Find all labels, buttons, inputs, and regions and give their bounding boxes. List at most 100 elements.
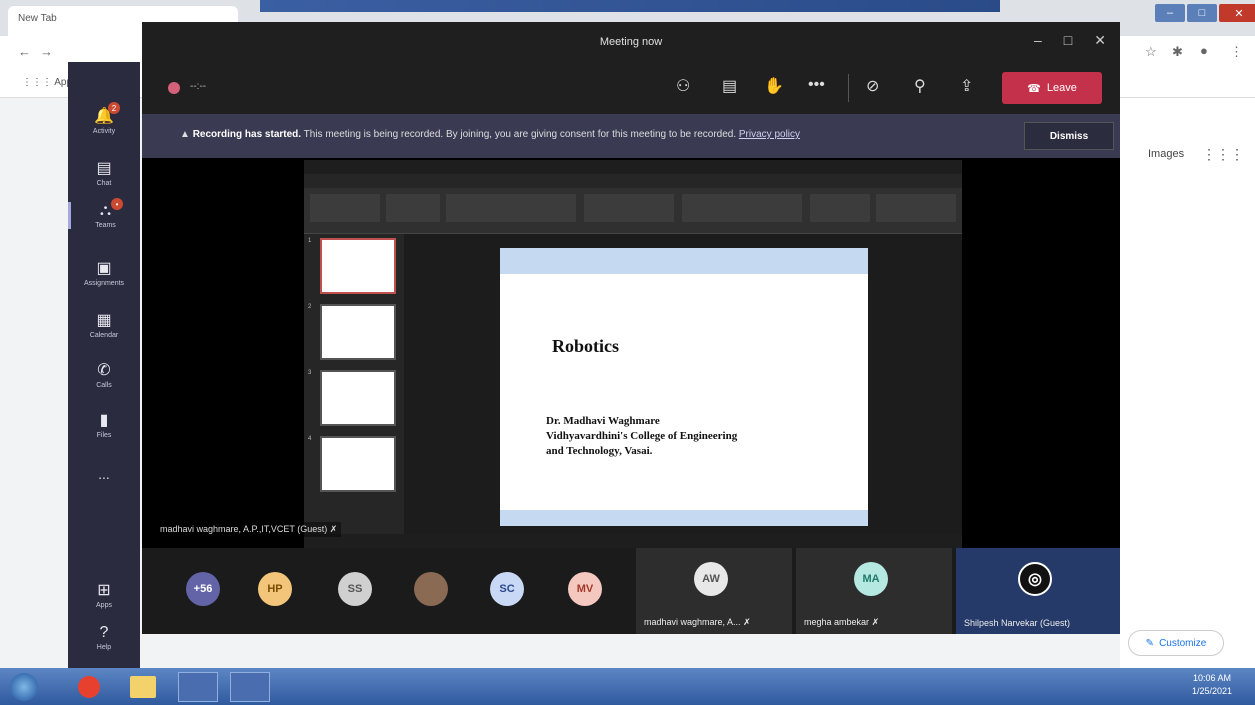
- meeting-timer: --:--: [190, 81, 207, 92]
- slide-thumbnail[interactable]: [320, 370, 396, 426]
- chat-icon: ▤: [96, 160, 112, 177]
- slide-author-block: Dr. Madhavi Waghmare Vidhyavardhini's Co…: [546, 414, 737, 459]
- clock-date: 1/25/2021: [1192, 686, 1233, 696]
- rail-calendar[interactable]: ▦ Calendar: [68, 310, 140, 339]
- slide-thumbnail[interactable]: [320, 238, 396, 294]
- taskbar: 10:06 AM 1/25/2021: [0, 668, 1255, 705]
- participant-avatar[interactable]: SS: [338, 572, 372, 606]
- ppt-ribbon: [304, 188, 962, 234]
- rail-teams[interactable]: ⛬ • Teams: [68, 198, 140, 229]
- minimize-icon[interactable]: –: [1034, 32, 1042, 49]
- mic-off-icon[interactable]: ⚲: [914, 76, 926, 96]
- star-icon[interactable]: ☆: [1145, 44, 1157, 60]
- rail-assignments-label: Assignments: [83, 280, 125, 287]
- teams-app-bar: 🔔 2 Activity ▤ Chat ⛬ • Teams ▣ Assignme…: [68, 62, 140, 668]
- rail-calendar-label: Calendar: [89, 332, 119, 339]
- recording-banner: ▲ Recording has started. This meeting is…: [142, 114, 1120, 158]
- opera-icon[interactable]: [78, 676, 100, 698]
- participant-tile[interactable]: MA megha ambekar ✗: [796, 548, 952, 634]
- participant-name: madhavi waghmare, A... ✗: [644, 617, 751, 627]
- mic-off-icon: ✗: [743, 617, 751, 627]
- rail-files[interactable]: ▮ Files: [68, 410, 140, 439]
- maximize-icon[interactable]: □: [1064, 32, 1072, 49]
- pencil-icon: ✎: [1145, 637, 1155, 649]
- customize-button[interactable]: ✎ Customize: [1128, 630, 1224, 656]
- rail-calls[interactable]: ✆ Calls: [68, 360, 140, 389]
- rail-help-label: Help: [96, 644, 112, 651]
- mic-off-icon: ✗: [871, 617, 880, 627]
- window-controls: – □ ✕: [1155, 4, 1255, 22]
- slide-thumbnail[interactable]: [320, 304, 396, 360]
- close-icon[interactable]: ✕: [1094, 32, 1106, 49]
- forward-icon[interactable]: →: [40, 44, 53, 59]
- rail-help[interactable]: ? Help: [68, 624, 140, 651]
- ppt-titlebar: [304, 160, 962, 174]
- profile-icon[interactable]: ●: [1200, 43, 1208, 58]
- warning-icon: ▲: [180, 129, 190, 140]
- rail-chat[interactable]: ▤ Chat: [68, 158, 140, 187]
- clock-time: 10:06 AM: [1193, 673, 1232, 683]
- chrome-taskbar-icon[interactable]: [230, 672, 270, 702]
- participant-tile[interactable]: ◎ Shilpesh Narvekar (Guest): [956, 548, 1120, 634]
- meeting-titlebar: Meeting now – □ ✕: [142, 22, 1120, 64]
- slide-location: and Technology, Vasai.: [546, 445, 653, 457]
- privacy-policy-link[interactable]: Privacy policy: [739, 129, 800, 140]
- mic-off-icon: ✗: [329, 524, 338, 534]
- leave-button[interactable]: ☎ Leave: [1002, 72, 1102, 104]
- start-button[interactable]: [10, 673, 38, 701]
- presenter-name: madhavi waghmare, A.P.,IT,VCET (Guest): [160, 524, 328, 534]
- clock[interactable]: 10:06 AM 1/25/2021: [1192, 672, 1232, 698]
- participant-name: Shilpesh Narvekar (Guest): [964, 618, 1071, 628]
- participant-tile[interactable]: AW madhavi waghmare, A... ✗: [636, 548, 792, 634]
- rail-assignments[interactable]: ▣ Assignments: [68, 258, 140, 287]
- chat-icon[interactable]: ▤: [722, 76, 737, 96]
- more-actions-icon[interactable]: •••: [808, 76, 825, 94]
- raise-hand-icon[interactable]: ✋: [764, 76, 784, 96]
- meeting-toolbar: --:-- ⚇ ▤ ✋ ••• ⊘ ⚲ ⇪ ☎ Leave: [142, 64, 1120, 114]
- participant-avatar[interactable]: SC: [490, 572, 524, 606]
- rail-apps[interactable]: ⊞ Apps: [68, 580, 140, 609]
- google-apps-icon[interactable]: ⋮⋮⋮: [1202, 146, 1244, 163]
- minimize-icon[interactable]: –: [1155, 4, 1185, 22]
- desktop-background-strip: [260, 0, 1000, 12]
- participants-icon[interactable]: ⚇: [676, 76, 690, 96]
- recording-message-bold: Recording has started.: [192, 129, 302, 140]
- rail-files-label: Files: [96, 432, 112, 439]
- customize-label: Customize: [1159, 637, 1207, 649]
- slide-footer-band: [500, 510, 868, 526]
- file-explorer-icon[interactable]: [130, 676, 156, 698]
- overflow-participants-avatar[interactable]: +56: [186, 572, 220, 606]
- share-screen-icon[interactable]: ⇪: [960, 76, 973, 96]
- teams-taskbar-icon[interactable]: [178, 672, 218, 702]
- presenter-label: madhavi waghmare, A.P.,IT,VCET (Guest) ✗: [156, 522, 342, 537]
- meeting-title: Meeting now: [599, 36, 663, 48]
- teams-badge: •: [111, 198, 123, 210]
- slide-thumbnail[interactable]: [320, 436, 396, 492]
- camera-off-icon[interactable]: ⊘: [866, 76, 879, 96]
- extension-icon[interactable]: ✱: [1172, 44, 1183, 60]
- phone-icon: ✆: [97, 362, 111, 379]
- rail-more[interactable]: ...: [68, 466, 140, 482]
- participant-avatar[interactable]: MV: [568, 572, 602, 606]
- slide-author-name: Dr. Madhavi Waghmare: [546, 415, 660, 427]
- rail-activity[interactable]: 🔔 2 Activity: [68, 102, 140, 135]
- assignments-icon: ▣: [96, 260, 112, 277]
- shared-screen: 1 2 3 4 Robotics Dr. Madhavi Waghmare Vi…: [304, 160, 962, 548]
- calendar-icon: ▦: [96, 312, 112, 329]
- maximize-icon[interactable]: □: [1187, 4, 1217, 22]
- back-icon[interactable]: ←: [18, 44, 31, 59]
- dismiss-button[interactable]: Dismiss: [1024, 122, 1114, 150]
- participant-name: megha ambekar ✗: [804, 617, 880, 627]
- meeting-window: Meeting now – □ ✕ --:-- ⚇ ▤ ✋ ••• ⊘ ⚲ ⇪ …: [142, 22, 1120, 634]
- rail-chat-label: Chat: [96, 180, 112, 187]
- recording-indicator-icon: [168, 82, 180, 94]
- images-link[interactable]: Images: [1148, 148, 1184, 160]
- apps-icon: ⊞: [97, 582, 111, 599]
- menu-icon[interactable]: ⋮: [1230, 44, 1243, 60]
- slide-canvas: Robotics Dr. Madhavi Waghmare Vidhyavard…: [404, 234, 962, 534]
- participant-avatar[interactable]: HP: [258, 572, 292, 606]
- participant-photo-avatar[interactable]: [414, 572, 448, 606]
- rail-activity-label: Activity: [92, 128, 116, 135]
- close-icon[interactable]: ✕: [1219, 4, 1255, 22]
- help-icon: ?: [99, 624, 109, 641]
